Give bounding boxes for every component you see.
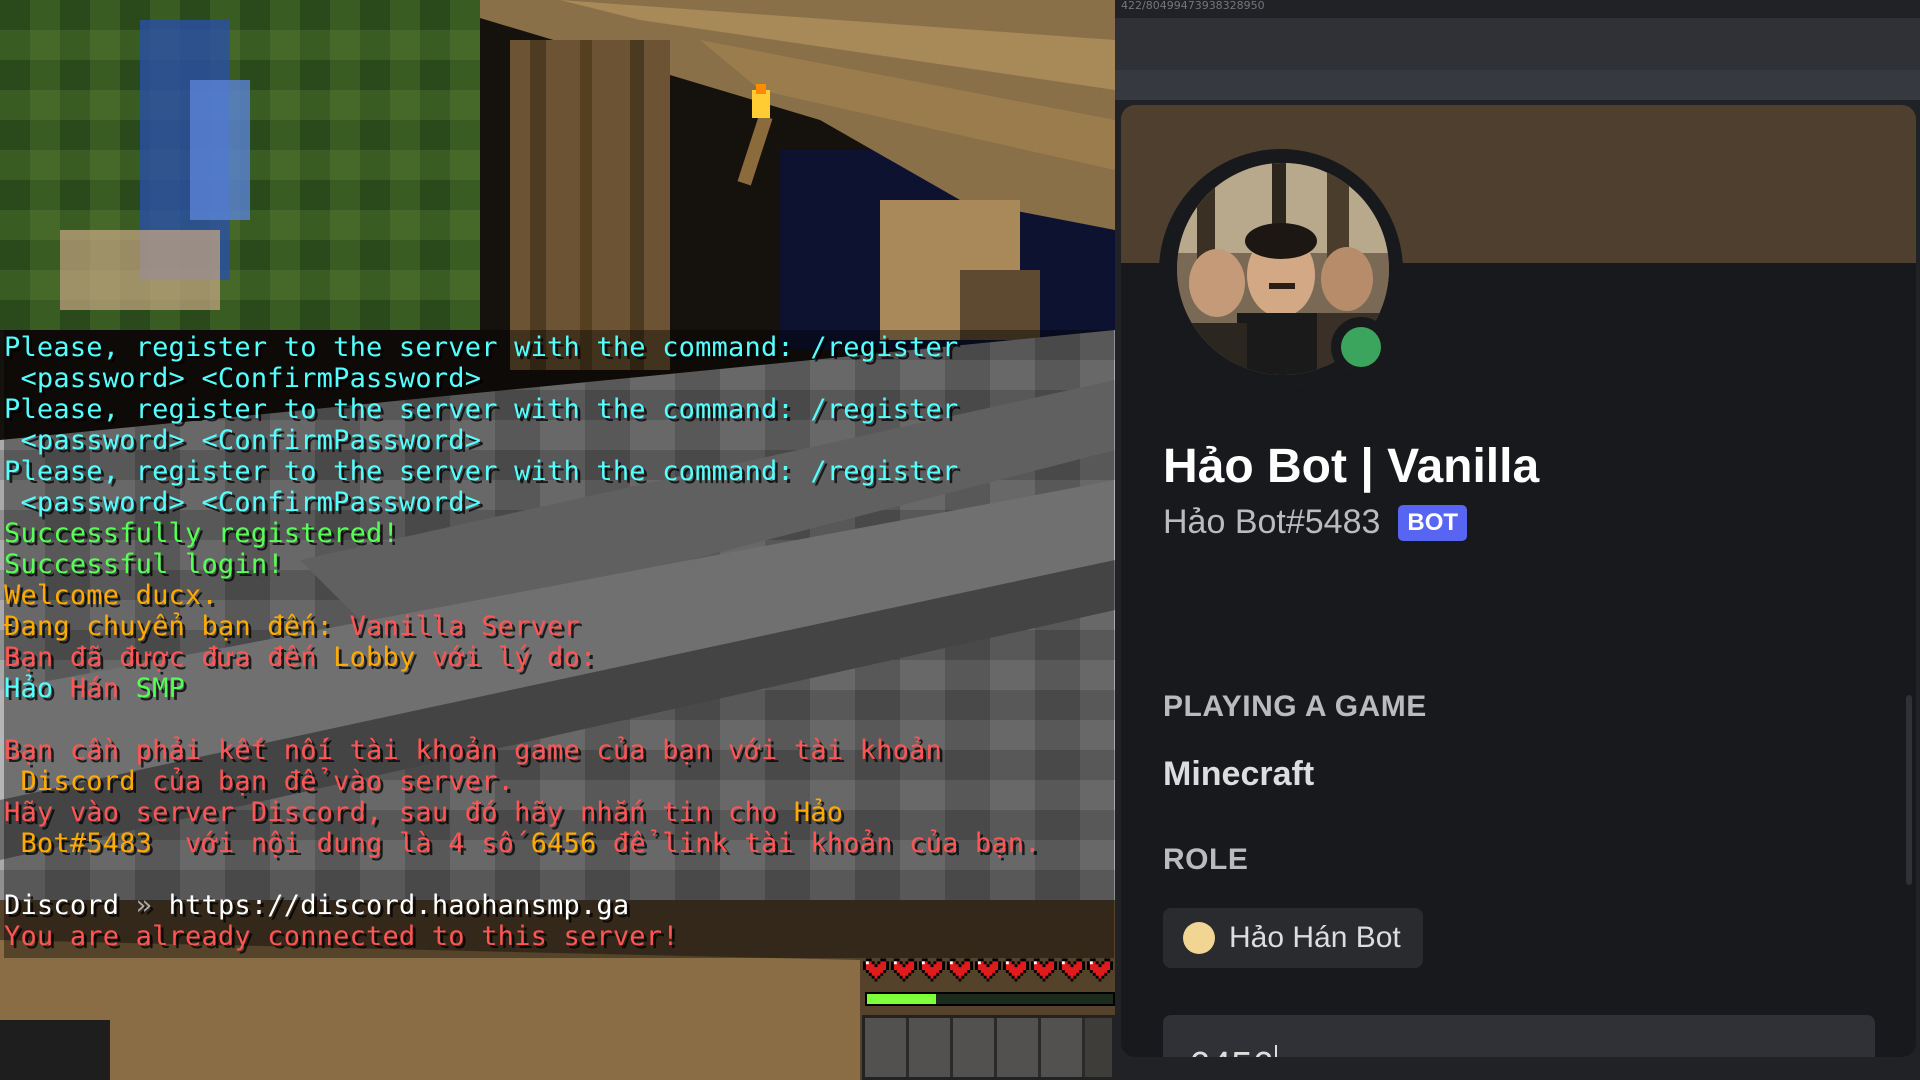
chat-segment: Bạn cần phải kết nối tài khoản game của … (4, 735, 942, 766)
message-box[interactable]: 6456 (1163, 1015, 1875, 1057)
online-status-indicator (1331, 317, 1391, 377)
heart-icon (1087, 958, 1113, 982)
chat-line: You are already connected to this server… (4, 921, 1114, 952)
minecraft-chat-log: Please, register to the server with the … (4, 330, 1114, 958)
chat-segment: để link tài khoản của bạn. (596, 828, 1041, 859)
chat-segment: với lý do: (415, 642, 597, 673)
chat-segment: Hảo (4, 673, 70, 704)
profile-tag-row: Hảo Bot#5483 BOT (1163, 503, 1468, 542)
discord-window: 422/80499473938328950 Hảo Bot | Vanilla … (1115, 0, 1920, 1080)
heart-icon (919, 958, 945, 982)
chat-segment: Hán (69, 673, 136, 704)
chat-segment: SMP (135, 673, 186, 704)
hotbar-slot[interactable] (997, 1018, 1041, 1077)
message-input[interactable]: 6456 (1189, 1045, 1849, 1057)
chat-segment: Welcome ducx. (4, 580, 218, 611)
bot-badge: BOT (1398, 504, 1468, 541)
heart-icon (975, 958, 1001, 982)
chat-line: <password> <ConfirmPassword> (4, 363, 1114, 394)
chat-segment: Đang chuyển bạn đến: (4, 611, 350, 642)
discord-subheader-strip (1115, 70, 1920, 100)
role-color-dot (1183, 922, 1215, 954)
heart-icon (947, 958, 973, 982)
chat-line: <password> <ConfirmPassword> (4, 425, 1114, 456)
activity-heading: PLAYING A GAME (1163, 690, 1427, 723)
chat-line: Discord » https://discord.haohansmp.ga (4, 890, 1114, 921)
activity-game-name: Minecraft (1163, 755, 1315, 793)
chat-segment: Hảo (793, 797, 844, 828)
profile-scrollbar[interactable] (1906, 695, 1912, 885)
chat-segment: » (119, 890, 169, 921)
user-profile-popout: Hảo Bot | Vanilla Hảo Bot#5483 BOT PLAYI… (1121, 105, 1916, 1057)
role-name: Hảo Hán Bot (1229, 921, 1401, 954)
chat-segment: <password> <ConfirmPassword> (4, 425, 482, 456)
chat-segment: 6456 (530, 828, 597, 859)
chat-line: Please, register to the server with the … (4, 332, 1114, 363)
hotbar-slot[interactable] (909, 1018, 953, 1077)
chat-line: Bạn cần phải kết nối tài khoản game của … (4, 735, 1114, 766)
chat-segment: Please, register to the server with the … (4, 456, 959, 487)
chat-segment: Discord (4, 766, 136, 797)
profile-username-tag: Hảo Bot#5483 (1163, 503, 1381, 541)
chat-line (4, 859, 1114, 890)
heart-icon (1003, 958, 1029, 982)
roles-heading: ROLE (1163, 843, 1249, 876)
role-pill[interactable]: Hảo Hán Bot (1163, 908, 1423, 968)
chat-segment: Discord (4, 890, 120, 921)
chat-segment: Hãy vào server Discord, sau đó hãy nhắn … (4, 797, 794, 828)
discord-header-strip (1115, 18, 1920, 70)
chat-segment: Vanilla Server (349, 611, 580, 642)
chat-segment: Bạn đã được đưa đến (4, 642, 334, 673)
chat-segment: You are already connected to this server… (4, 921, 679, 952)
chat-segment: Lobby (333, 642, 416, 673)
chat-line: <password> <ConfirmPassword> (4, 487, 1114, 518)
heart-icon (863, 958, 889, 982)
chat-segment: của bạn để vào server. (135, 766, 515, 797)
heart-icon (1059, 958, 1085, 982)
hotbar-slot[interactable] (865, 1018, 909, 1077)
health-bar (863, 958, 1113, 982)
chat-line: Bạn đã được đưa đến Lobby với lý do: (4, 642, 1114, 673)
chat-line: Successfully registered! (4, 518, 1114, 549)
chat-line: Please, register to the server with the … (4, 456, 1114, 487)
chat-segment: <password> <ConfirmPassword> (4, 487, 482, 518)
chat-line: Welcome ducx. (4, 580, 1114, 611)
chat-segment: https://discord.haohansmp.ga (168, 890, 630, 921)
chat-line: Đang chuyển bạn đến: Vanilla Server (4, 611, 1114, 642)
profile-display-name: Hảo Bot | Vanilla (1163, 440, 1540, 493)
chat-line: Discord của bạn để vào server. (4, 766, 1114, 797)
chat-line: Hãy vào server Discord, sau đó hãy nhắn … (4, 797, 1114, 828)
chat-line: Successful login! (4, 549, 1114, 580)
chat-segment: Please, register to the server with the … (4, 394, 959, 425)
hotbar-slot[interactable] (953, 1018, 997, 1077)
chat-line: Bot#5483 với nội dung là 4 số 6456 để li… (4, 828, 1114, 859)
experience-fill (867, 994, 936, 1004)
minecraft-game-view[interactable]: Please, register to the server with the … (0, 0, 1115, 1080)
hotbar[interactable] (862, 1015, 1115, 1080)
message-input-value: 6456 (1189, 1045, 1274, 1057)
heart-icon (891, 958, 917, 982)
chat-segment: Bot#5483 (4, 828, 153, 859)
chat-segment: Please, register to the server with the … (4, 332, 959, 363)
url-fragment: 422/80499473938328950 (1115, 0, 1920, 18)
chat-segment: <password> <ConfirmPassword> (4, 363, 482, 394)
chat-segment: Successful login! (4, 549, 284, 580)
experience-bar (865, 992, 1115, 1006)
text-caret (1274, 1045, 1277, 1057)
chat-segment: với nội dung là 4 số (152, 828, 531, 859)
chat-segment: Successfully registered! (4, 518, 399, 549)
heart-icon (1031, 958, 1057, 982)
chat-line: Please, register to the server with the … (4, 394, 1114, 425)
chat-line: Hảo Hán SMP (4, 673, 1114, 704)
hotbar-slot[interactable] (1041, 1018, 1085, 1077)
chat-line (4, 704, 1114, 735)
